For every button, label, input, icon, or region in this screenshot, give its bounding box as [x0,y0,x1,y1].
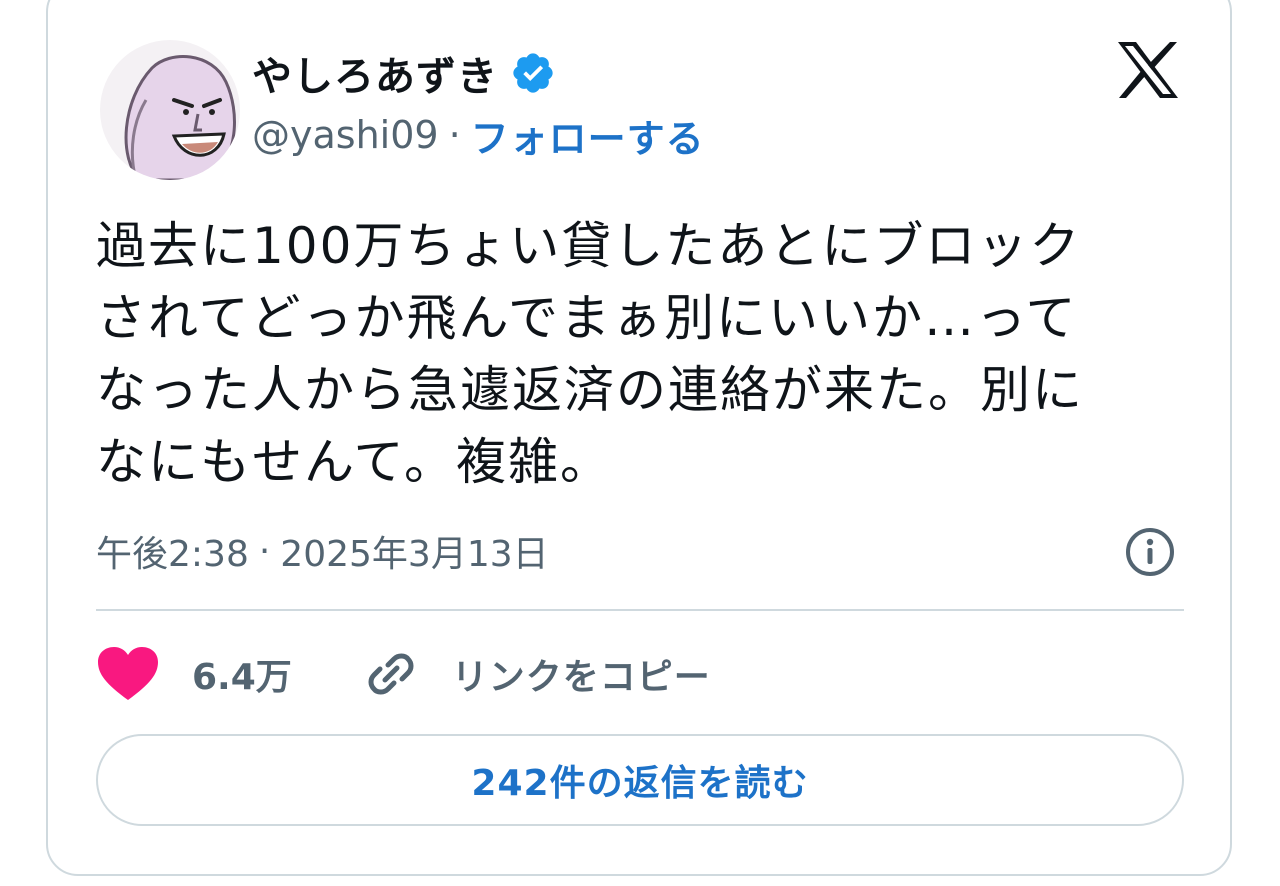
like-count: 6.4万 [192,657,292,698]
heart-icon[interactable] [96,646,160,702]
divider [96,609,1184,611]
handle-row: @yashi09 · フォローする [252,108,705,163]
follow-button[interactable]: フォローする [471,108,705,163]
x-logo-icon[interactable] [1116,40,1180,100]
tweet-timestamp[interactable]: 午後2:38 · 2025年3月13日 [96,526,549,576]
verified-badge-icon [510,50,556,96]
avatar[interactable] [100,40,240,180]
copy-link-label: リンクをコピー [451,657,711,698]
tweet-time[interactable]: 午後2:38 [96,525,249,577]
read-replies-button[interactable]: 242件の返信を読む [96,734,1184,826]
display-name[interactable]: やしろあずき [252,44,498,102]
info-icon[interactable] [1124,526,1176,578]
link-icon[interactable] [366,649,416,699]
action-bar: 6.4万 リンクをコピー [96,644,711,704]
like-button[interactable]: 6.4万 [96,646,292,702]
copy-link-button[interactable]: リンクをコピー [366,648,711,700]
user-handle[interactable]: @yashi09 [252,113,439,157]
tweet-text: 過去に100万ちょい貸したあとにブロック されてどっか飛んでまぁ別にいいか…って… [96,217,1084,491]
handle-separator: · [448,113,461,157]
timestamp-separator: · [258,530,271,572]
tweet-date[interactable]: 2025年3月13日 [280,525,548,577]
author-name-row[interactable]: やしろあずき [252,48,556,100]
